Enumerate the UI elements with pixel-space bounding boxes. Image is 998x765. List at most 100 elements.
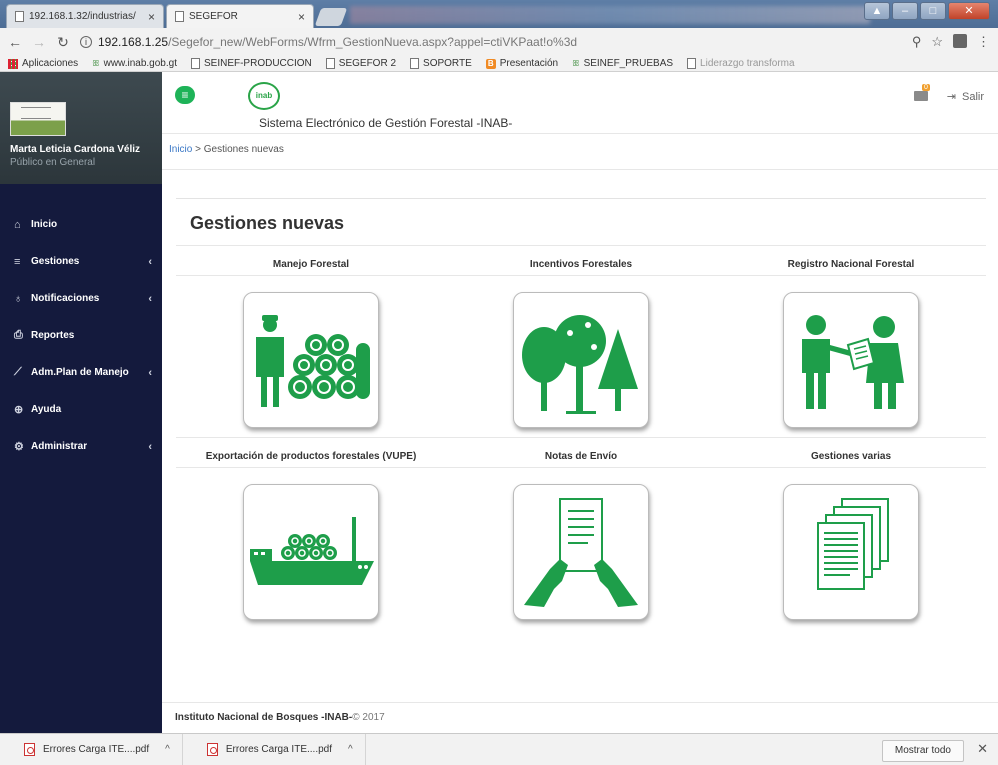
bookmark-segefor2[interactable]: SEGEFOR 2: [325, 58, 396, 69]
sidebar-item-inicio[interactable]: ⌂ Inicio: [0, 206, 162, 243]
chevron-left-icon: ‹: [148, 440, 152, 453]
card-gestiones-varias: Gestiones varias: [716, 438, 986, 630]
system-title: Sistema Electrónico de Gestión Forestal …: [259, 116, 513, 130]
forester-logs-icon: [256, 315, 370, 407]
sidebar: Marta Leticia Cardona Véliz Público en G…: [0, 72, 162, 733]
sidebar-item-label: Administrar: [31, 441, 88, 452]
browser-tab-segefor[interactable]: SEGEFOR ×: [166, 4, 314, 28]
user-icon[interactable]: ▲: [864, 2, 890, 20]
gestiones-varias-button[interactable]: [783, 484, 919, 620]
hands-document-icon: [524, 498, 638, 607]
sidebar-toggle-button[interactable]: ≡: [175, 86, 195, 104]
cards-grid: Manejo Forestal Incentivos Forestales Re…: [176, 246, 986, 630]
incentivos-forestales-button[interactable]: [513, 292, 649, 428]
bookmark-inab[interactable]: ꕥ www.inab.gob.gt: [92, 58, 177, 69]
forest-trees-icon: [522, 315, 638, 414]
sidebar-item-notificaciones[interactable]: ♁ Notificaciones ‹: [0, 280, 162, 317]
logout-label: Salir: [961, 90, 984, 103]
top-navbar: ≡ inab Sistema Electrónico de Gestión Fo…: [162, 72, 998, 134]
sidebar-item-administrar[interactable]: ⚙ Administrar ‹: [0, 428, 162, 465]
bookmark-seinef-produccion[interactable]: SEINEF-PRODUCCION: [190, 58, 312, 69]
close-icon[interactable]: ✕: [977, 741, 988, 757]
page-icon: [190, 58, 200, 69]
close-window-icon[interactable]: ✕: [948, 2, 990, 20]
chevron-up-icon[interactable]: ^: [165, 744, 170, 755]
breadcrumb-current: Gestiones nuevas: [203, 144, 284, 155]
card-registro-nacional: Registro Nacional Forestal: [716, 246, 986, 438]
extension-icon[interactable]: [953, 34, 967, 48]
sidebar-item-label: Notificaciones: [31, 293, 100, 304]
url-path: /Segefor_new/WebForms/Wfrm_GestionNueva.…: [168, 35, 578, 49]
logout-button[interactable]: ⇥ Salir: [947, 90, 984, 104]
card-manejo-forestal: Manejo Forestal: [176, 246, 446, 438]
blurred-area: [350, 6, 870, 24]
bookmark-seinef-pruebas[interactable]: ꕥ SEINEF_PRUEBAS: [572, 58, 673, 69]
tab-title: 192.168.1.32/industrias/: [29, 11, 136, 22]
notas-envio-button[interactable]: [513, 484, 649, 620]
page-icon: [15, 11, 24, 22]
breadcrumb-separator: >: [192, 144, 204, 155]
back-icon[interactable]: ←: [8, 34, 22, 50]
close-icon[interactable]: ×: [148, 10, 155, 24]
zoom-icon[interactable]: ⚲: [912, 34, 922, 50]
url-input[interactable]: i 192.168.1.25/Segefor_new/WebForms/Wfrm…: [80, 31, 902, 53]
avatar: [10, 102, 66, 136]
menu-dots-icon[interactable]: ⋮: [977, 34, 990, 50]
chevron-up-icon[interactable]: ^: [348, 744, 353, 755]
browser-tab-industrias[interactable]: 192.168.1.32/industrias/ ×: [6, 4, 164, 28]
exportacion-productos-button[interactable]: [243, 484, 379, 620]
download-item[interactable]: Errores Carga ITE....pdf ^: [0, 733, 183, 765]
chevron-left-icon: ‹: [148, 366, 152, 379]
chevron-left-icon: ‹: [148, 292, 152, 305]
page-icon: [410, 58, 420, 69]
user-name: Marta Leticia Cardona Véliz: [10, 144, 141, 155]
bookmark-apps[interactable]: Aplicaciones: [8, 58, 78, 69]
card-notas-envio: Notas de Envío: [446, 438, 716, 630]
card-label: Exportación de productos forestales (VUP…: [176, 446, 446, 468]
manejo-forestal-button[interactable]: [243, 292, 379, 428]
chart-icon: ⟋: [14, 366, 22, 378]
card-label: Notas de Envío: [446, 446, 716, 468]
downloads-bar: Errores Carga ITE....pdf ^ Errores Carga…: [0, 733, 998, 765]
gear-icon: ⚙: [14, 441, 24, 453]
info-icon[interactable]: i: [80, 36, 92, 48]
bookmark-presentacion[interactable]: B Presentación: [485, 58, 558, 69]
sidebar-menu: ⌂ Inicio ≡ Gestiones ‹ ♁ Notificaciones …: [0, 206, 162, 465]
card-label: Gestiones varias: [716, 446, 986, 468]
user-role: Público en General: [10, 157, 96, 168]
bookmark-liderazgo[interactable]: Liderazgo transforma: [687, 58, 795, 69]
page-icon: [687, 58, 697, 69]
gestiones-panel: Gestiones nuevas Manejo Forestal Incenti…: [176, 198, 986, 630]
page-icon: [325, 58, 335, 69]
new-tab-button[interactable]: [314, 8, 348, 26]
download-item[interactable]: Errores Carga ITE....pdf ^: [183, 733, 366, 765]
maximize-icon[interactable]: □: [920, 2, 946, 20]
divider: [176, 198, 986, 199]
bookmark-soporte[interactable]: SOPORTE: [410, 58, 472, 69]
sidebar-item-reportes[interactable]: ⎙ Reportes: [0, 317, 162, 354]
notifications-button[interactable]: 0: [914, 84, 930, 104]
pdf-icon: [24, 743, 35, 756]
tab-title: SEGEFOR: [189, 11, 238, 22]
browser-tab-strip: 192.168.1.32/industrias/ × SEGEFOR × ▲ –…: [0, 0, 998, 28]
card-label: Registro Nacional Forestal: [716, 254, 986, 276]
minimize-icon[interactable]: –: [892, 2, 918, 20]
reload-icon[interactable]: ↻: [56, 34, 70, 51]
sidebar-item-adm-plan[interactable]: ⟋ Adm.Plan de Manejo ‹: [0, 354, 162, 391]
page-icon: [175, 11, 184, 22]
forward-icon[interactable]: →: [32, 34, 46, 50]
star-icon[interactable]: ☆: [931, 34, 943, 50]
footer-copyright: © 2017: [352, 712, 385, 723]
breadcrumb: Inicio > Gestiones nuevas: [162, 134, 998, 170]
sidebar-item-ayuda[interactable]: ⊕ Ayuda: [0, 391, 162, 428]
registro-nacional-forestal-button[interactable]: [783, 292, 919, 428]
show-all-downloads-button[interactable]: Mostrar todo: [881, 740, 964, 762]
breadcrumb-home-link[interactable]: Inicio: [169, 144, 192, 155]
sidebar-item-gestiones[interactable]: ≡ Gestiones ‹: [0, 243, 162, 280]
main-content: ≡ inab Sistema Electrónico de Gestión Fo…: [162, 72, 998, 733]
documents-stack-icon: [817, 498, 889, 590]
inab-icon: ꕥ: [92, 58, 100, 68]
apps-grid-icon: [8, 58, 18, 69]
close-icon[interactable]: ×: [298, 10, 305, 24]
pdf-icon: [206, 743, 218, 756]
